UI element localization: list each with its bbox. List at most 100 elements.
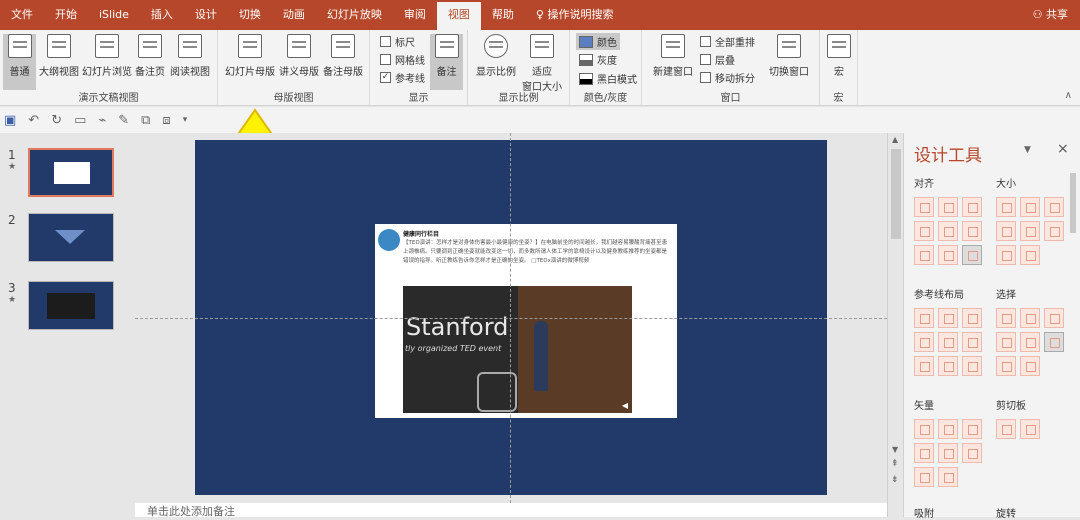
move-split-button[interactable]: 移动拆分: [700, 70, 755, 85]
align-all-icon[interactable]: [962, 245, 982, 265]
guide-split-h-icon[interactable]: [914, 356, 934, 376]
new-window-button[interactable]: 新建窗口: [650, 34, 696, 78]
canvas-scrollbar[interactable]: ▲ ▼ ⇞ ⇟: [887, 133, 903, 517]
scroll-up-icon[interactable]: ▲: [892, 135, 898, 144]
notes-pane[interactable]: 单击此处添加备注: [135, 503, 887, 517]
tab-islide[interactable]: iSlide: [88, 0, 140, 30]
guide-center-icon[interactable]: [938, 308, 958, 328]
share-button[interactable]: ⚇ 共享: [1033, 0, 1068, 30]
same-width-icon[interactable]: [996, 197, 1016, 217]
guide-split-v-icon[interactable]: [938, 356, 958, 376]
split-icon[interactable]: [962, 443, 982, 463]
slide-sorter-button[interactable]: 幻灯片浏览: [82, 34, 132, 78]
tab-help[interactable]: 帮助: [481, 0, 525, 30]
size-max-icon[interactable]: [1044, 221, 1064, 241]
panel-options-icon[interactable]: ▼: [1024, 145, 1031, 155]
reading-view-button[interactable]: 阅读视图: [168, 34, 212, 78]
select-back-icon[interactable]: [1020, 356, 1040, 376]
customize-qat-icon[interactable]: ▾: [183, 115, 188, 125]
same-height-icon[interactable]: [1020, 197, 1040, 217]
align-bottom-icon[interactable]: [962, 221, 982, 241]
present-icon[interactable]: ▭: [74, 113, 86, 128]
black-white-button[interactable]: 黑白模式: [579, 71, 637, 86]
width-max-icon[interactable]: [996, 221, 1016, 241]
combine-icon[interactable]: [938, 419, 958, 439]
subtract-icon[interactable]: [938, 443, 958, 463]
normal-view-button[interactable]: 普通: [3, 34, 36, 90]
undo-icon[interactable]: ↶: [28, 113, 39, 128]
next-slide-icon[interactable]: ⇟: [891, 475, 899, 485]
slide-thumbnail-2[interactable]: 2: [0, 213, 135, 265]
scroll-down-icon[interactable]: ▼: [892, 445, 898, 454]
tab-animations[interactable]: 动画: [272, 0, 316, 30]
fragment-icon[interactable]: [962, 419, 982, 439]
union-icon[interactable]: [914, 419, 934, 439]
text-vector-icon[interactable]: [914, 467, 934, 487]
tab-insert[interactable]: 插入: [140, 0, 184, 30]
guide-left-icon[interactable]: [914, 308, 934, 328]
intersect-icon[interactable]: [914, 443, 934, 463]
cascade-button[interactable]: 层叠: [700, 52, 735, 67]
weibo-post-image[interactable]: 健康同行栏目 【TED演讲：怎样才是对身体伤害最小最健康的坐姿？】在电脑前坐的时…: [375, 224, 677, 418]
width-min-icon[interactable]: [996, 245, 1016, 265]
scroll-thumb[interactable]: [891, 149, 901, 239]
previous-slide-icon[interactable]: ⇞: [891, 459, 899, 469]
collapse-ribbon-icon[interactable]: ∧: [1065, 90, 1072, 101]
slide-master-button[interactable]: 幻灯片母版: [224, 34, 276, 78]
tab-file[interactable]: 文件: [0, 0, 44, 30]
select-same-icon[interactable]: [996, 308, 1016, 328]
shapes-icon[interactable]: ⧉: [141, 113, 150, 128]
copy-icon[interactable]: [996, 419, 1016, 439]
panel-scroll-thumb[interactable]: [1070, 173, 1076, 233]
guide-grid-icon[interactable]: [962, 356, 982, 376]
color-button[interactable]: 颜色: [576, 33, 620, 50]
slide-thumbnail-1[interactable]: 1 ★: [0, 148, 135, 200]
cursor-icon[interactable]: [1044, 332, 1064, 352]
guide-middle-icon[interactable]: [938, 332, 958, 352]
notes-master-button[interactable]: 备注母版: [322, 34, 364, 78]
select-layer-icon[interactable]: [1020, 332, 1040, 352]
height-min-icon[interactable]: [1020, 245, 1040, 265]
ruler-checkbox[interactable]: 标尺: [380, 34, 415, 49]
tab-home[interactable]: 开始: [44, 0, 88, 30]
macro-button[interactable]: 宏: [826, 34, 852, 78]
tab-transitions[interactable]: 切换: [228, 0, 272, 30]
paint-icon[interactable]: ✎: [118, 113, 129, 128]
guide-bottom-icon[interactable]: [962, 332, 982, 352]
handout-master-button[interactable]: 讲义母版: [278, 34, 320, 78]
same-size-icon[interactable]: [1044, 197, 1064, 217]
horizontal-guide[interactable]: [135, 318, 887, 319]
notes-button[interactable]: 备注: [430, 34, 463, 90]
tell-me-search[interactable]: ♀ 操作说明搜索: [525, 0, 625, 30]
guide-right-icon[interactable]: [962, 308, 982, 328]
align-left-icon[interactable]: [914, 197, 934, 217]
align-middle-icon[interactable]: [938, 221, 958, 241]
guide-top-icon[interactable]: [914, 332, 934, 352]
slide-thumbnail-3[interactable]: 3 ★: [0, 281, 135, 333]
format-painter-icon[interactable]: ⌁: [98, 113, 106, 128]
magic-wand-icon[interactable]: [1044, 308, 1064, 328]
select-similar-icon[interactable]: [1020, 308, 1040, 328]
tab-review[interactable]: 审阅: [393, 0, 437, 30]
outline-view-button[interactable]: 大纲视图: [38, 34, 80, 78]
switch-window-button[interactable]: 切换窗口: [766, 34, 812, 78]
slide-editing-canvas[interactable]: 健康同行栏目 【TED演讲：怎样才是对身体伤害最小最健康的坐姿？】在电脑前坐的时…: [135, 133, 887, 503]
save-icon[interactable]: ▣: [4, 113, 16, 128]
fit-to-window-button[interactable]: 适应 窗口大小: [520, 34, 564, 93]
paste-icon[interactable]: [1020, 419, 1040, 439]
redo-icon[interactable]: ↻: [51, 113, 62, 128]
notes-page-button[interactable]: 备注页: [134, 34, 166, 78]
distribute-v-icon[interactable]: [938, 245, 958, 265]
guides-checkbox[interactable]: ✓ 参考线: [380, 70, 425, 85]
close-icon[interactable]: ×: [1057, 141, 1069, 157]
gridlines-checkbox[interactable]: 网格线: [380, 52, 425, 67]
align-top-icon[interactable]: [914, 221, 934, 241]
group-icon[interactable]: ⧈: [162, 113, 170, 128]
align-center-icon[interactable]: [938, 197, 958, 217]
height-max-icon[interactable]: [1020, 221, 1040, 241]
distribute-h-icon[interactable]: [914, 245, 934, 265]
grayscale-button[interactable]: 灰度: [579, 52, 617, 67]
align-right-icon[interactable]: [962, 197, 982, 217]
select-copy-icon[interactable]: [996, 332, 1016, 352]
edit-points-icon[interactable]: [938, 467, 958, 487]
